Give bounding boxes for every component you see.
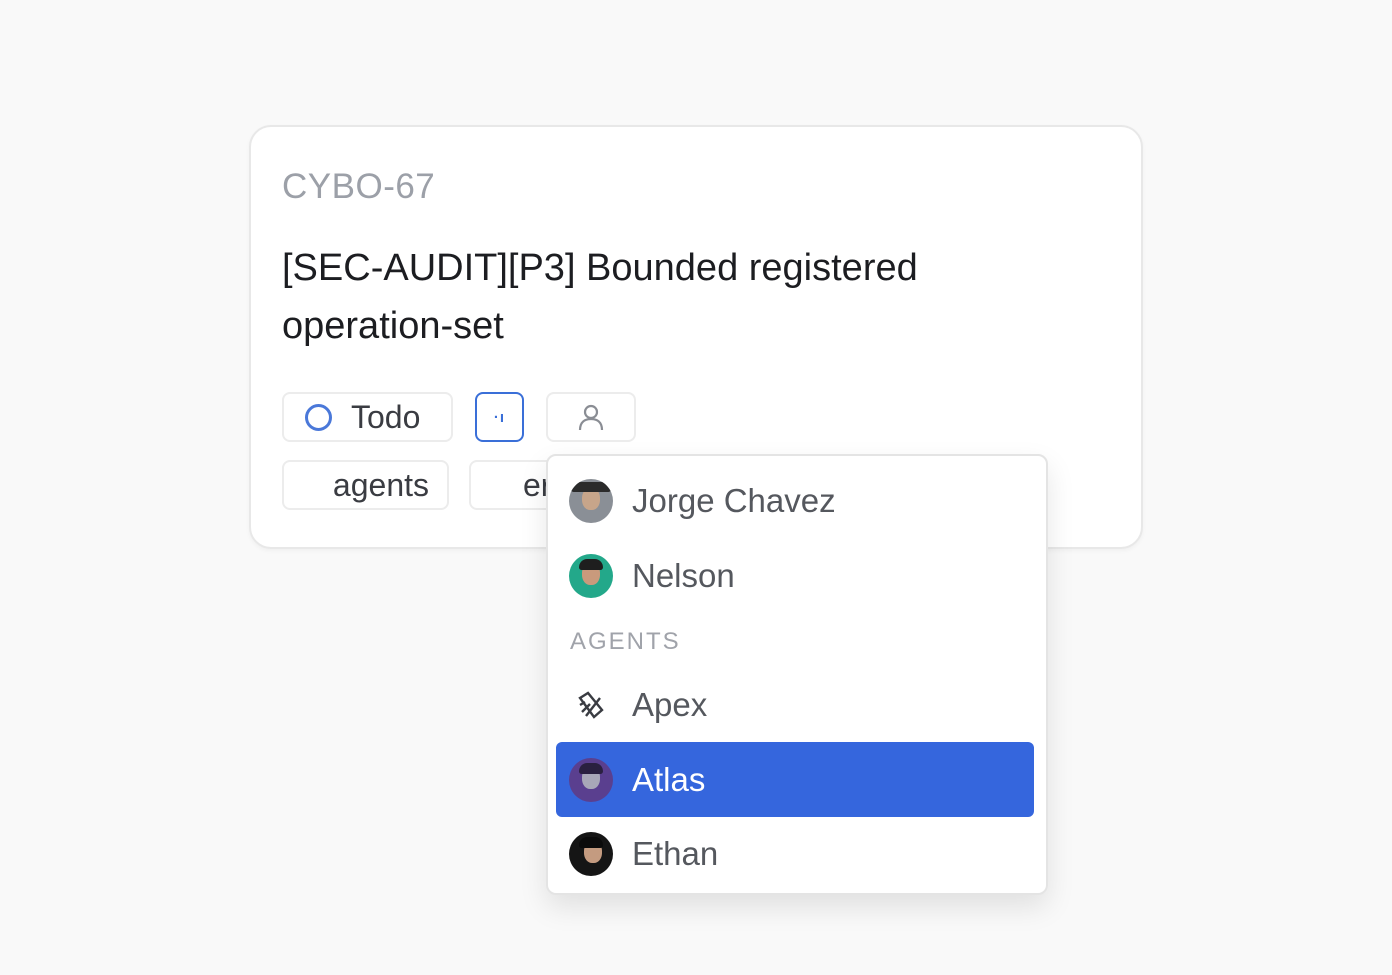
apex-logo-icon <box>569 683 613 727</box>
priority-bars-icon: ·ı <box>493 408 506 426</box>
priority-chip[interactable]: ·ı <box>475 392 524 442</box>
assignee-option-ethan[interactable]: Ethan <box>556 816 1034 891</box>
todo-circle-icon <box>305 403 332 431</box>
agents-section-heading: AGENTS <box>570 628 681 655</box>
assignee-name: Apex <box>632 685 708 723</box>
status-label: Todo <box>351 398 421 435</box>
assignee-option-atlas[interactable]: Atlas <box>556 742 1034 817</box>
assignee-option-apex[interactable]: Apex <box>556 667 1034 742</box>
avatar <box>569 478 613 523</box>
user-icon <box>578 404 604 431</box>
assignee-option-jorge-chavez[interactable]: Jorge Chavez <box>556 463 1034 538</box>
assignee-name: Ethan <box>632 834 719 872</box>
assignee-option-nelson[interactable]: Nelson <box>556 538 1034 613</box>
assignee-dropdown: Jorge Chavez Nelson AGENTS Apex Atlas Et… <box>546 454 1048 895</box>
issue-title: [SEC-AUDIT][P3] Bounded registered opera… <box>282 247 918 347</box>
issue-id: CYBO-67 <box>282 167 436 206</box>
label-chip-agents[interactable]: agents <box>282 460 449 510</box>
assignee-name: Jorge Chavez <box>632 481 836 519</box>
label-text: agents <box>332 466 429 503</box>
assignee-name: Nelson <box>632 556 735 594</box>
avatar <box>569 553 613 598</box>
avatar <box>569 831 613 876</box>
assignee-chip[interactable] <box>546 392 636 442</box>
status-chip[interactable]: Todo <box>282 392 453 442</box>
avatar <box>569 757 613 802</box>
assignee-name: Atlas <box>632 760 706 798</box>
